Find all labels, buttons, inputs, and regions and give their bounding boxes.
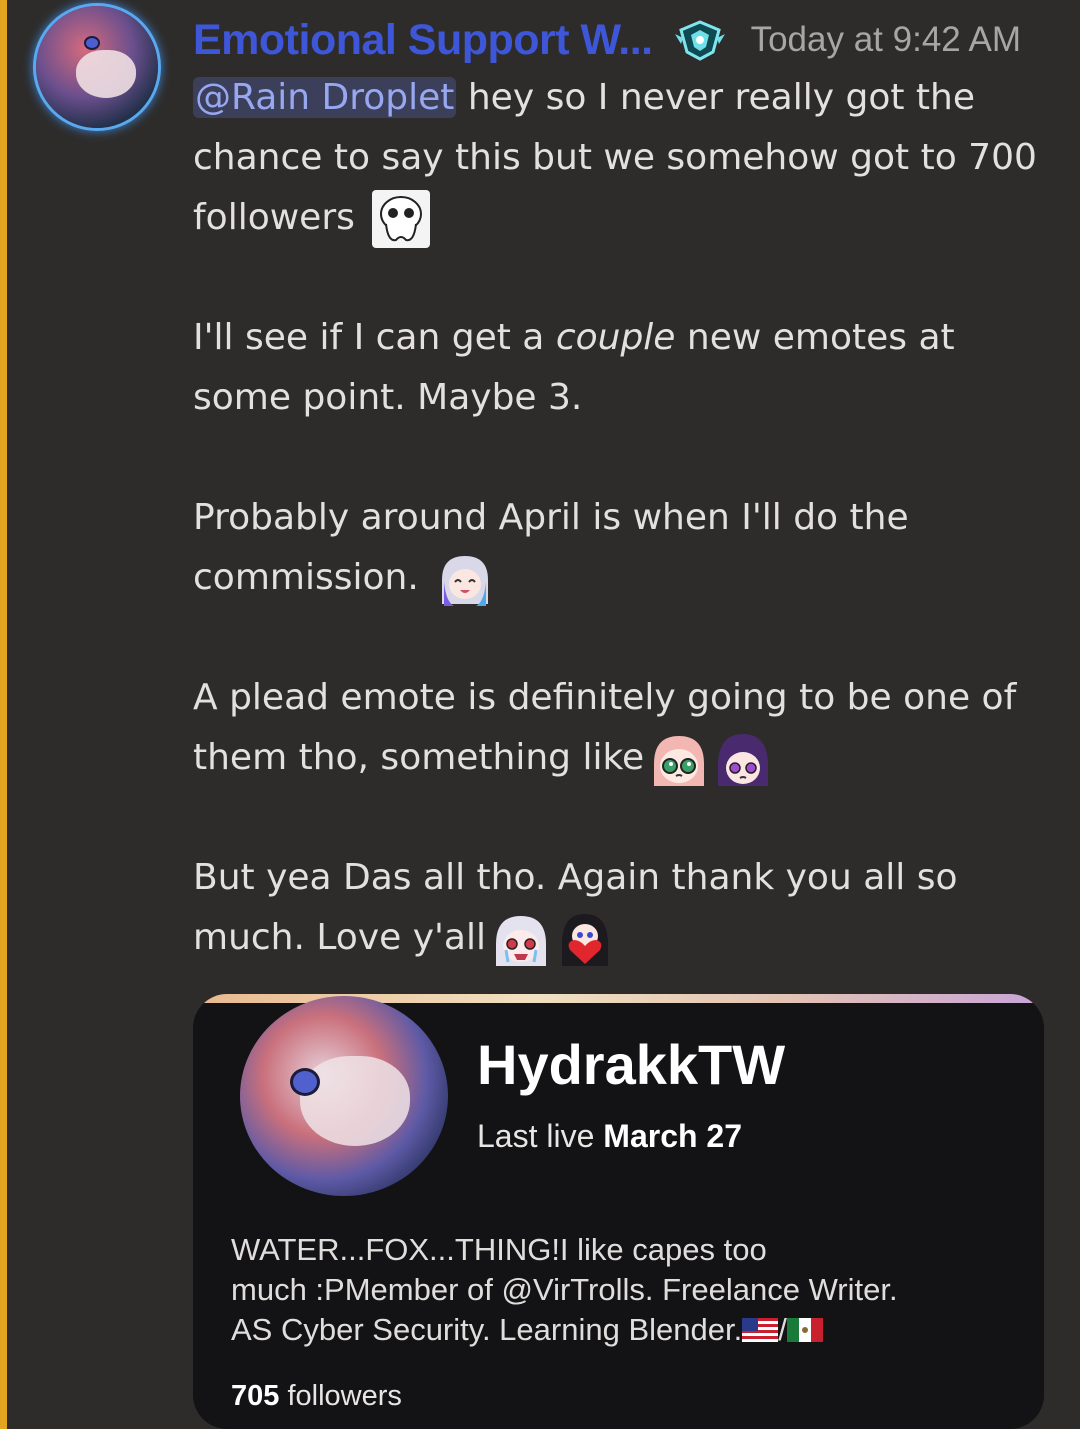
avatar-eye bbox=[84, 36, 100, 50]
message-header: Emotional Support W... Today at 9:42 AM bbox=[193, 12, 1053, 68]
mexico-flag-icon bbox=[786, 1312, 823, 1342]
mention-highlight-bar bbox=[0, 0, 7, 1429]
bio-flag-separator: / bbox=[778, 1312, 787, 1347]
follower-count: 705 followers bbox=[231, 1380, 402, 1413]
purple-girl-plead-emote-icon[interactable] bbox=[714, 730, 772, 788]
author-avatar[interactable] bbox=[36, 6, 158, 128]
last-live-label: Last live bbox=[477, 1118, 595, 1154]
twitch-profile-embed[interactable]: HydrakkTW Last live March 27 WATER...FOX… bbox=[193, 994, 1044, 1429]
last-live-date: March 27 bbox=[603, 1118, 743, 1154]
channel-avatar[interactable] bbox=[240, 996, 448, 1196]
channel-avatar-eye bbox=[290, 1068, 320, 1096]
message-timestamp[interactable]: Today at 9:42 AM bbox=[751, 20, 1021, 60]
followers-number: 705 bbox=[231, 1380, 280, 1412]
purple-hair-girl-emote-icon[interactable] bbox=[436, 550, 494, 608]
paragraph-2-italic: couple bbox=[555, 317, 676, 358]
message-paragraph-4: A plead emote is definitely going to be … bbox=[193, 668, 1053, 788]
us-flag-icon bbox=[742, 1312, 779, 1342]
pink-hair-plead-emote-icon[interactable] bbox=[650, 730, 708, 788]
hypesquad-badge-icon[interactable] bbox=[673, 18, 727, 62]
paragraph-2-before: I'll see if I can get a bbox=[193, 317, 556, 358]
ghost-emote-icon[interactable] bbox=[372, 190, 431, 248]
channel-avatar-face bbox=[300, 1056, 410, 1146]
message-paragraph-2: I'll see if I can get a couple new emote… bbox=[193, 308, 1053, 428]
bio-line-3-text: AS Cyber Security. Learning Blender. bbox=[231, 1312, 743, 1347]
channel-bio: WATER...FOX...THING!I like capes too muc… bbox=[231, 1230, 1021, 1350]
message-content: @Rain Droplet hey so I never really got … bbox=[193, 68, 1053, 1028]
channel-name[interactable]: HydrakkTW bbox=[477, 1032, 785, 1097]
paragraph-4-text: A plead emote is definitely going to be … bbox=[193, 677, 1017, 778]
last-live-status: Last live March 27 bbox=[477, 1118, 742, 1155]
user-mention[interactable]: @Rain Droplet bbox=[193, 77, 457, 118]
bio-line-1: WATER...FOX...THING!I like capes too bbox=[231, 1232, 767, 1267]
paragraph-3-text: Probably around April is when I'll do th… bbox=[193, 497, 909, 598]
author-username[interactable]: Emotional Support W... bbox=[193, 16, 653, 65]
bio-line-2: much :PMember of @VirTrolls. Freelance W… bbox=[231, 1272, 898, 1307]
white-hair-crying-emote-icon[interactable] bbox=[492, 910, 550, 968]
bio-line-3: AS Cyber Security. Learning Blender. / bbox=[231, 1310, 1021, 1350]
message-paragraph-5: But yea Das all tho. Again thank you all… bbox=[193, 848, 1053, 968]
black-hair-heart-emote-icon[interactable] bbox=[556, 910, 614, 968]
message-paragraph-3: Probably around April is when I'll do th… bbox=[193, 488, 1053, 608]
message-paragraph-1: @Rain Droplet hey so I never really got … bbox=[193, 68, 1053, 248]
avatar-face bbox=[76, 50, 136, 98]
followers-label: followers bbox=[279, 1380, 402, 1412]
